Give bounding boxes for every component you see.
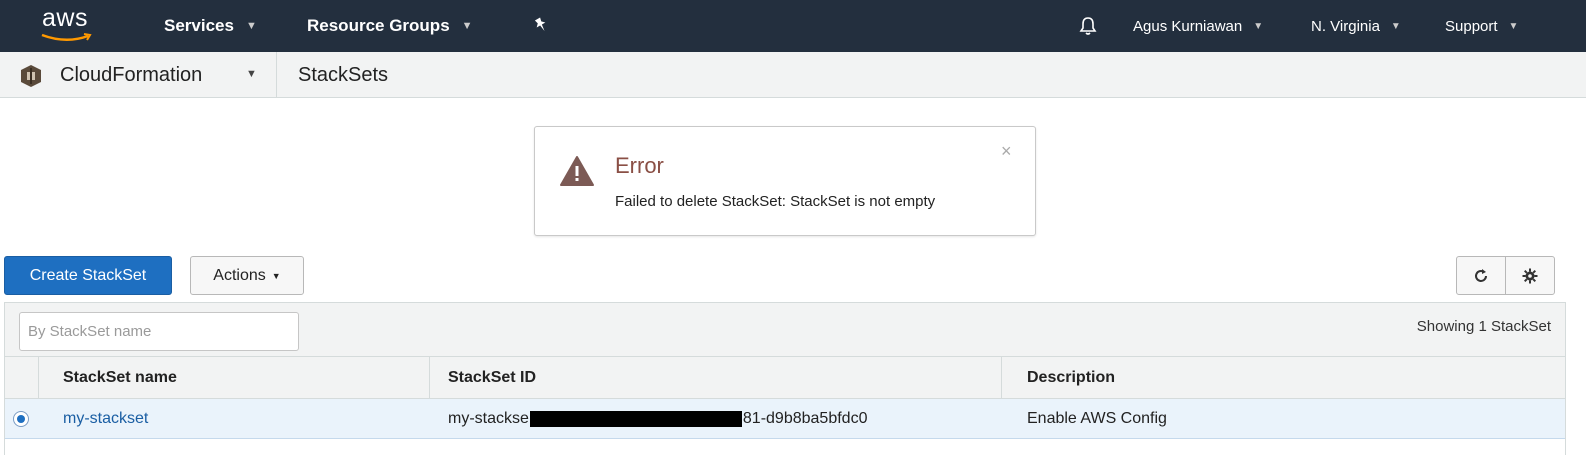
stackset-description: Enable AWS Config (1027, 410, 1167, 427)
create-stackset-button[interactable]: Create StackSet (4, 256, 172, 295)
service-label: CloudFormation (60, 63, 203, 86)
refresh-icon (1475, 268, 1487, 282)
region-menu[interactable]: N. Virginia ▼ (1311, 0, 1401, 52)
divider (276, 52, 277, 98)
table-header: StackSet name StackSet ID Description (5, 357, 1565, 399)
user-menu[interactable]: Agus Kurniawan ▼ (1133, 0, 1263, 52)
filter-bar: Showing 1 StackSet (5, 303, 1565, 357)
stackset-id-prefix: my-stackse (448, 410, 529, 427)
actions-label: Actions (213, 266, 266, 284)
services-label: Services (164, 16, 234, 35)
top-navigation-bar: aws Services ▼ Resource Groups ▼ Agus Ku… (0, 0, 1586, 52)
caret-down-icon: ▼ (271, 270, 281, 281)
redaction-bar (529, 411, 742, 427)
chevron-down-icon: ▼ (461, 20, 473, 32)
close-icon[interactable]: × (1001, 141, 1012, 162)
stackset-name-link[interactable]: my-stackset (63, 399, 148, 439)
pin-icon[interactable] (532, 16, 550, 34)
cloudformation-icon (21, 65, 41, 87)
service-menu[interactable]: CloudFormation (60, 52, 202, 98)
breadcrumb-stacksets: StackSets (298, 63, 389, 86)
column-header-description[interactable]: Description (1027, 357, 1115, 399)
alert-message: Failed to delete StackSet: StackSet is n… (615, 193, 936, 210)
support-label: Support (1445, 17, 1498, 35)
resource-groups-label: Resource Groups (307, 16, 450, 35)
user-label: Agus Kurniawan (1133, 17, 1243, 35)
stackset-id-suffix: 81-d9b8ba5bfdc0 (742, 410, 868, 427)
chevron-down-icon: ▼ (1508, 20, 1519, 32)
error-alert: Error Failed to delete StackSet: StackSe… (534, 126, 1036, 236)
stacksets-table: Showing 1 StackSet StackSet name StackSe… (4, 302, 1566, 455)
region-label: N. Virginia (1311, 17, 1380, 35)
resource-groups-menu[interactable]: Resource Groups ▼ (307, 0, 473, 52)
gear-icon (1522, 268, 1538, 283)
table-row[interactable]: my-stackset my-stackse 81-d9b8ba5bfdc0 E… (5, 399, 1565, 439)
chevron-down-icon: ▼ (1253, 20, 1264, 32)
breadcrumb: StackSets (298, 52, 388, 98)
row-select-radio[interactable] (13, 411, 29, 427)
services-menu[interactable]: Services ▼ (164, 0, 257, 52)
chevron-down-icon: ▼ (245, 20, 257, 32)
aws-logo-text: aws (42, 4, 88, 32)
settings-button[interactable] (1505, 256, 1555, 295)
aws-logo[interactable]: aws (38, 4, 100, 44)
stackset-id: my-stackse 81-d9b8ba5bfdc0 (448, 399, 867, 439)
chevron-down-icon[interactable]: ▼ (246, 68, 257, 80)
refresh-button[interactable] (1456, 256, 1506, 295)
search-input[interactable] (19, 312, 299, 351)
alert-title: Error (615, 153, 664, 178)
service-subnav: CloudFormation ▼ StackSets (0, 52, 1586, 98)
actions-button[interactable]: Actions ▼ (190, 256, 304, 295)
column-header-name[interactable]: StackSet name (63, 357, 177, 399)
column-header-id[interactable]: StackSet ID (448, 357, 536, 399)
aws-smile-icon (41, 33, 92, 41)
bell-icon[interactable] (1078, 16, 1098, 36)
warning-icon (560, 156, 594, 186)
support-menu[interactable]: Support ▼ (1445, 0, 1518, 52)
chevron-down-icon: ▼ (1390, 20, 1401, 32)
result-count: Showing 1 StackSet (1416, 318, 1551, 335)
